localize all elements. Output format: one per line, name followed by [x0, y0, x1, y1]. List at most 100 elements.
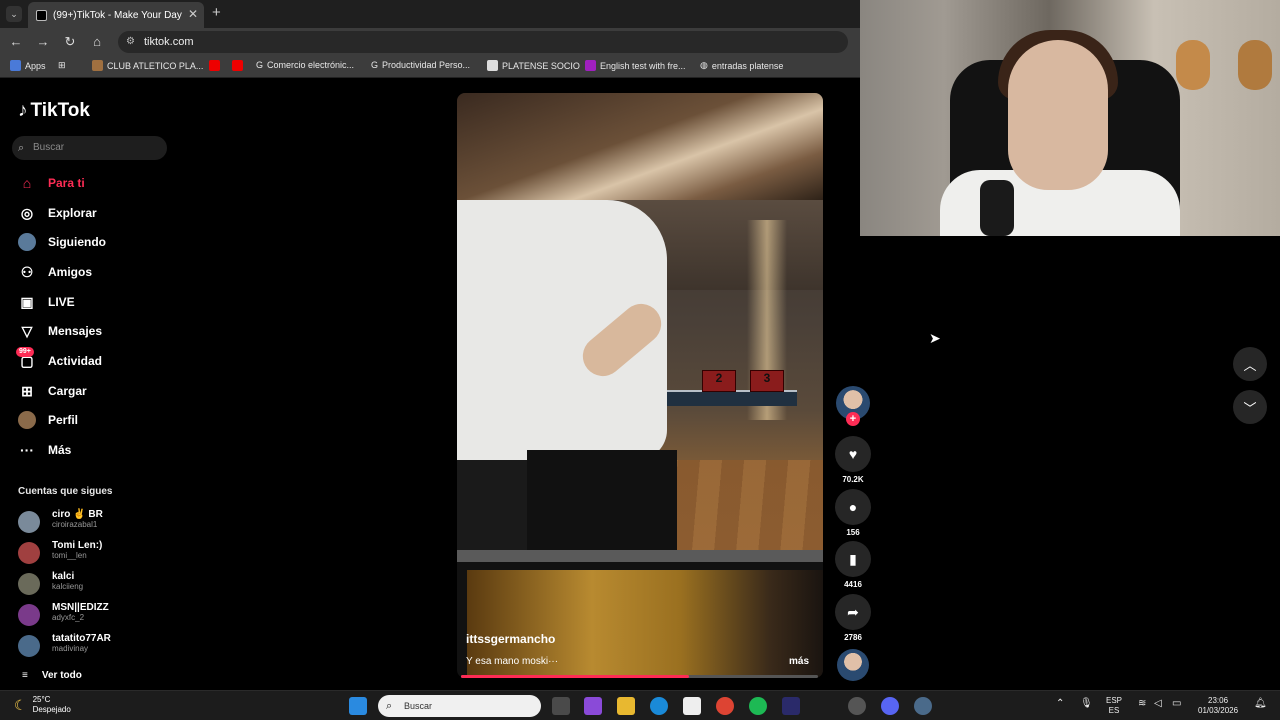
search-icon: ⌕: [386, 700, 393, 712]
bookmark-grid[interactable]: ⊞: [58, 60, 66, 71]
weather-widget[interactable]: ☾ 25°C Despejado: [14, 695, 71, 715]
video-frame-main: 2 3: [457, 200, 823, 550]
task-view-icon[interactable]: [552, 697, 570, 715]
browser-toolbar: ← → ↻ ⌂ ⚙ tiktok.com: [0, 28, 860, 56]
nav-explorar[interactable]: ◎ Explorar: [18, 202, 97, 224]
taskbar-search[interactable]: ⌕ Buscar: [378, 695, 541, 717]
app-icon[interactable]: [848, 697, 866, 715]
sound-avatar[interactable]: [837, 649, 869, 681]
bookmark-comercio[interactable]: G Comercio electrónic...: [256, 60, 354, 70]
nav-live[interactable]: ▣ LIVE: [18, 291, 74, 313]
avatar: [18, 635, 40, 657]
nav-amigos[interactable]: ⚇ Amigos: [18, 261, 92, 283]
bookmark-entradas[interactable]: ◍ entradas platense: [700, 60, 783, 71]
comment-icon: ●: [835, 489, 871, 525]
guitar-image: [1238, 40, 1272, 90]
battery-icon[interactable]: ▭: [1172, 699, 1181, 709]
browser-tab-tiktok[interactable]: (99+)TikTok - Make Your Day ✕: [28, 2, 204, 28]
ef-icon: [585, 60, 596, 71]
like-button[interactable]: ♥ 70.2K: [835, 436, 871, 484]
app-icon[interactable]: [782, 697, 800, 715]
volume-icon[interactable]: ◁: [1154, 699, 1162, 709]
home-button-icon[interactable]: ⌂: [89, 34, 105, 49]
nav-para-ti[interactable]: ⌂ Para ti: [18, 172, 85, 194]
bookmark-platense[interactable]: PLATENSE SOCIO: [487, 60, 580, 71]
chevron-up-icon: ︿: [1243, 357, 1257, 373]
avatar: [18, 511, 40, 533]
caption-more-link[interactable]: más: [789, 656, 809, 667]
save-count: 4416: [844, 580, 862, 589]
url-text: tiktok.com: [144, 36, 194, 48]
site-info-icon[interactable]: ⚙: [126, 31, 135, 53]
bookmark-youtube-1[interactable]: [209, 60, 220, 71]
new-tab-button[interactable]: +: [212, 4, 221, 21]
moon-icon: ☾: [14, 696, 27, 713]
avatar: [18, 542, 40, 564]
nav-perfil[interactable]: Perfil: [18, 409, 78, 431]
comment-button[interactable]: ● 156: [835, 489, 871, 537]
discord-icon[interactable]: [881, 697, 899, 715]
see-all-link[interactable]: ≡ Ver todo: [22, 670, 82, 681]
bookmarks-bar: Apps ⊞ CLUB ATLETICO PLA... G Comercio el…: [0, 56, 860, 78]
video-progress-fill: [461, 675, 690, 678]
microphone-icon[interactable]: 🎙︎: [1080, 699, 1093, 709]
video-player[interactable]: 2 3: [457, 93, 823, 678]
clock[interactable]: 23:06 01/03/2026: [1198, 696, 1238, 716]
bookmark-youtube-2[interactable]: [232, 60, 243, 71]
bookmark-icon: ▮: [835, 541, 871, 577]
notification-bell-icon[interactable]: 🔔︎: [1254, 699, 1267, 709]
spotify-icon[interactable]: [749, 697, 767, 715]
nav-cargar[interactable]: ⊞ Cargar: [18, 380, 87, 402]
settings-icon[interactable]: [914, 697, 932, 715]
avatar: [18, 573, 40, 595]
mouse-cursor-icon: ➤: [929, 330, 941, 346]
follow-plus-icon[interactable]: +: [846, 412, 860, 426]
bookmark-productividad[interactable]: G Productividad Perso...: [371, 60, 470, 70]
address-bar[interactable]: ⚙ tiktok.com: [118, 31, 848, 53]
activity-icon: ▢ 99+: [16, 347, 36, 370]
video-progress-bar[interactable]: [461, 675, 818, 678]
copilot-icon[interactable]: [584, 697, 602, 715]
nav-mensajes[interactable]: ▽ Mensajes: [18, 320, 102, 342]
reload-icon[interactable]: ↻: [62, 34, 78, 50]
edge-icon[interactable]: [650, 697, 668, 715]
home-icon: ⌂: [22, 175, 32, 191]
tab-title: (99+)TikTok - Make Your Day: [53, 9, 182, 21]
next-video-button[interactable]: ﹀: [1233, 390, 1267, 424]
messages-icon: ▽: [21, 322, 33, 339]
share-button[interactable]: ➦ 2786: [835, 594, 871, 642]
back-icon[interactable]: ←: [8, 34, 24, 49]
close-tab-icon[interactable]: ✕: [188, 7, 198, 21]
nav-siguiendo[interactable]: Siguiendo: [18, 231, 106, 253]
club-crest-icon: [92, 60, 103, 71]
forward-icon[interactable]: →: [35, 34, 51, 49]
streamer-face: [1008, 40, 1108, 190]
list-icon: ≡: [22, 670, 28, 681]
bookmark-club[interactable]: CLUB ATLETICO PLA...: [92, 60, 203, 71]
webcam-overlay: [860, 0, 1280, 236]
bookmark-english[interactable]: English test with fre...: [585, 60, 686, 71]
nav-actividad[interactable]: ▢ 99+ Actividad: [16, 347, 102, 372]
bookmark-apps[interactable]: Apps: [10, 60, 46, 71]
guitar-image: [1176, 40, 1210, 90]
windows-start-icon[interactable]: [349, 697, 367, 715]
wifi-icon[interactable]: ≋: [1138, 699, 1146, 709]
grid-icon: ⊞: [58, 60, 66, 70]
search-input[interactable]: ⌕ Buscar: [12, 136, 167, 160]
tray-overflow-icon[interactable]: ⌃: [1056, 699, 1064, 709]
compass-icon: ◎: [20, 204, 34, 221]
tiktok-favicon-icon: [36, 9, 47, 21]
tab-list-button[interactable]: ⌄: [6, 6, 22, 22]
avatar: [18, 604, 40, 626]
store-icon[interactable]: [683, 697, 701, 715]
tiktok-logo[interactable]: ♪ TikTok: [18, 100, 90, 122]
video-author[interactable]: ittssgermancho: [466, 632, 555, 646]
previous-video-button[interactable]: ︿: [1233, 347, 1267, 381]
chrome-icon[interactable]: [716, 697, 734, 715]
chevron-down-icon: ﹀: [1243, 400, 1257, 416]
language-indicator[interactable]: ESP ES: [1106, 696, 1122, 716]
nav-mas[interactable]: ··· Más: [18, 439, 71, 461]
file-explorer-icon[interactable]: [617, 697, 635, 715]
save-button[interactable]: ▮ 4416: [835, 541, 871, 589]
video-caption: Y esa mano moski···: [466, 656, 559, 667]
